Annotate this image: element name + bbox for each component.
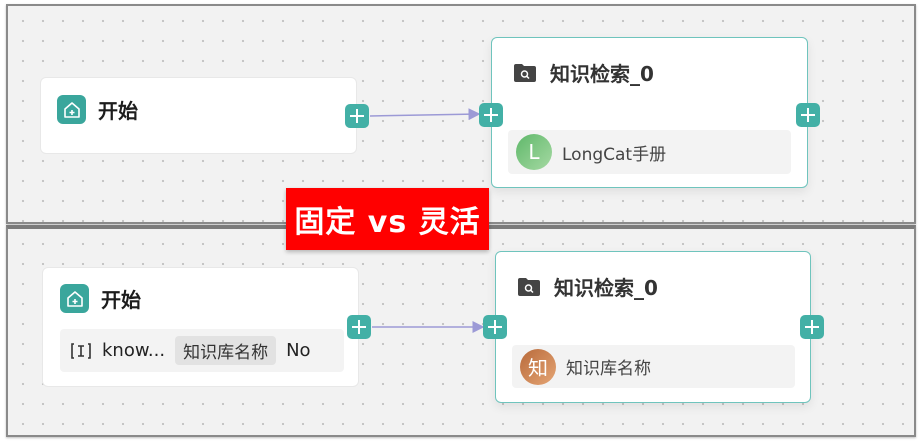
knowledge-node-bottom[interactable]: 知识检索_0 知 知识库名称 [495,251,811,403]
knowledge-output-add-button-top[interactable] [796,103,820,127]
kb-name: 知识库名称 [566,359,651,379]
kb-avatar: L [516,134,552,170]
param-name: know... [102,340,166,361]
start-node-title: 开始 [98,99,138,123]
knowledge-node-title: 知识检索_0 [554,276,658,300]
home-plus-icon [60,284,89,313]
kb-name: LongCat手册 [562,144,667,165]
knowledge-node-top[interactable]: 知识检索_0 L LongCat手册 [491,37,808,188]
knowledge-node-title: 知识检索_0 [550,62,654,86]
comparison-banner: 固定 vs 灵活 [286,188,489,250]
kb-avatar: 知 [520,348,556,385]
start-output-add-button-top[interactable] [345,104,369,128]
kb-item-top: L LongCat手册 [508,130,791,174]
param-required: No [286,340,311,361]
param-type-tag: 知识库名称 [175,336,277,365]
start-node-top[interactable]: 开始 [40,77,357,154]
start-node-title: 开始 [101,288,141,312]
knowledge-input-add-button-bottom[interactable] [483,315,507,339]
home-plus-icon [57,95,86,124]
variable-icon [70,342,92,360]
folder-search-icon [512,62,538,84]
folder-search-icon [516,276,542,298]
knowledge-output-add-button-bottom[interactable] [800,315,824,339]
edge-top [369,108,481,121]
input-param-row[interactable]: know... 知识库名称 No [60,329,344,372]
start-output-add-button-bottom[interactable] [347,315,371,339]
start-node-bottom[interactable]: 开始 know... 知识库名称 No [42,267,359,387]
knowledge-input-add-button-top[interactable] [479,103,503,127]
kb-item-bottom: 知 知识库名称 [512,345,795,388]
